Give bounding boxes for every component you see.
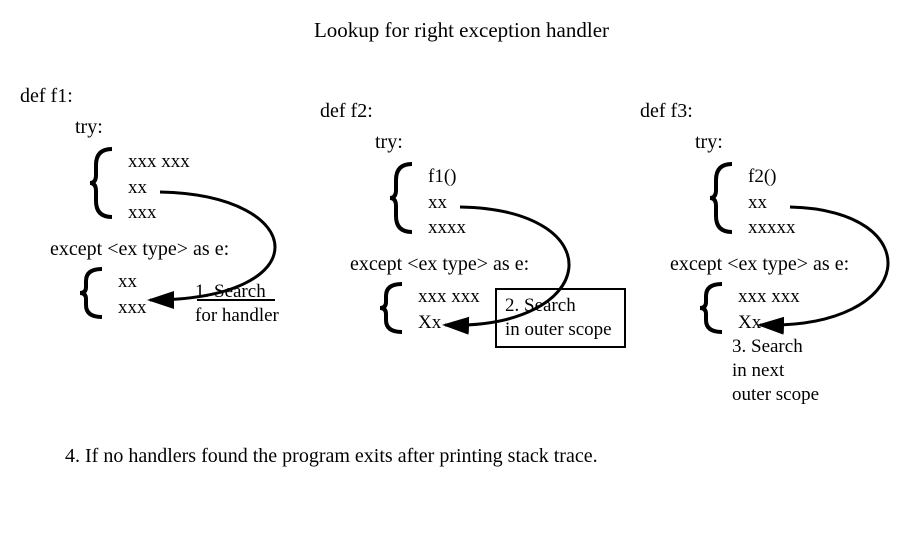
brace-icon [78, 267, 104, 319]
except-keyword: except <ex type> as e: [350, 253, 620, 276]
except-keyword: except <ex type> as e: [50, 238, 320, 261]
code-line: f2() [748, 164, 923, 190]
brace-icon [378, 282, 404, 334]
step-text: outer scope [732, 383, 819, 407]
diagram-title: Lookup for right exception handler [0, 18, 923, 43]
step-text: for handler [195, 304, 279, 328]
try-keyword: try: [695, 131, 923, 154]
try-keyword: try: [375, 131, 620, 154]
step-label-3: 3. Search in next outer scope [732, 335, 819, 406]
code-line: xxxxx [748, 215, 923, 241]
code-line: xxx [128, 200, 320, 226]
brace-icon [708, 162, 734, 234]
try-keyword: try: [75, 116, 320, 139]
try-body: f1() xx xxxx [388, 162, 620, 241]
code-line: xxx xxx [128, 149, 320, 175]
footer-note: 4. If no handlers found the program exit… [65, 445, 598, 468]
brace-icon [388, 162, 414, 234]
brace-icon [698, 282, 724, 334]
def-line: def f2: [320, 100, 620, 123]
def-line: def f3: [640, 100, 923, 123]
step-text: in next [732, 359, 819, 383]
step-label-2: 2. Search in outer scope [495, 288, 626, 348]
step-label-1: 1. Search for handler [195, 280, 279, 328]
code-line: xxx xxx [738, 284, 923, 310]
def-line: def f1: [20, 85, 320, 108]
step-text: 1. Search [195, 280, 279, 304]
try-body: f2() xx xxxxx [708, 162, 923, 241]
code-line: Xx [738, 310, 923, 336]
code-line: f1() [428, 164, 620, 190]
brace-icon [88, 147, 114, 219]
code-line: xxxx [428, 215, 620, 241]
function-block-f3: def f3: try: f2() xx xxxxx except <ex ty… [640, 100, 923, 335]
step-text: 2. Search [505, 294, 612, 318]
code-line: xx [428, 190, 620, 216]
except-keyword: except <ex type> as e: [670, 253, 923, 276]
except-body: xxx xxx Xx [698, 282, 923, 335]
try-body: xxx xxx xx xxx [88, 147, 320, 226]
step-text: 3. Search [732, 335, 819, 359]
step-text: in outer scope [505, 318, 612, 342]
code-line: xx [748, 190, 923, 216]
code-line: xx [128, 175, 320, 201]
